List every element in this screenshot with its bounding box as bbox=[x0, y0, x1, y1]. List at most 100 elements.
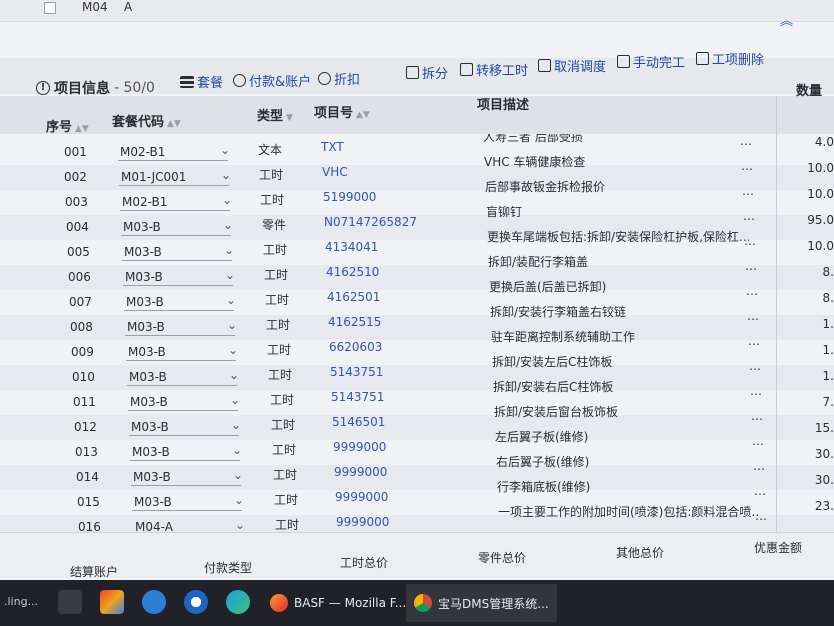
row-package-code[interactable]: M03-B bbox=[133, 470, 171, 484]
more-icon[interactable]: … bbox=[750, 384, 762, 398]
chevron-down-icon[interactable]: ⌄ bbox=[226, 293, 236, 307]
row-item-no[interactable]: 5143751 bbox=[331, 390, 384, 404]
more-icon[interactable]: … bbox=[755, 509, 767, 523]
table-row[interactable]: 003 M02-B1 ⌄ 工时 5199000 后部事故钣金拆检报价 … 10.… bbox=[0, 180, 834, 215]
table-row[interactable]: 011 M03-B ⌄ 工时 5143751 拆卸/安装右后C柱饰板 … 7. bbox=[0, 380, 834, 415]
row-item-no[interactable]: 5199000 bbox=[323, 190, 376, 204]
chevron-down-icon[interactable]: ⌄ bbox=[227, 318, 237, 332]
more-icon[interactable]: … bbox=[751, 409, 763, 423]
more-icon[interactable]: … bbox=[740, 134, 752, 148]
chevron-down-icon[interactable]: ⌄ bbox=[231, 418, 241, 432]
chevron-down-icon[interactable]: ⌄ bbox=[225, 268, 235, 282]
col-item-header[interactable]: 项目号 ▲▼ bbox=[314, 102, 370, 121]
row-package-code[interactable]: M03-B bbox=[129, 370, 167, 384]
taskbar-left-text[interactable]: .ling... bbox=[4, 595, 38, 608]
table-row[interactable]: 010 M03-B ⌄ 工时 5143751 拆卸/安装左后C柱饰板 … 1. bbox=[0, 355, 834, 390]
more-icon[interactable]: … bbox=[747, 309, 759, 323]
row-package-code[interactable]: M01-JC001 bbox=[121, 170, 186, 184]
chevron-down-icon[interactable]: ⌄ bbox=[229, 368, 239, 382]
more-icon[interactable]: … bbox=[744, 234, 756, 248]
more-icon[interactable]: … bbox=[745, 259, 757, 273]
row-item-no[interactable]: 5143751 bbox=[330, 365, 383, 379]
row-package-code[interactable]: M03-B bbox=[128, 345, 166, 359]
row-package-code[interactable]: M03-B bbox=[130, 395, 168, 409]
more-icon[interactable]: … bbox=[741, 159, 753, 173]
row-package-code[interactable]: M03-B bbox=[123, 220, 161, 234]
row-item-no[interactable]: 6620603 bbox=[329, 340, 382, 354]
chevron-down-icon[interactable]: ⌄ bbox=[235, 518, 245, 532]
firefox-taskbar-button[interactable]: BASF — Mozilla F... bbox=[262, 584, 414, 622]
chevron-down-icon[interactable]: ▼ bbox=[286, 113, 293, 123]
row-package-code[interactable]: M03-B bbox=[134, 495, 172, 509]
row-checkbox[interactable] bbox=[44, 2, 56, 14]
more-icon[interactable]: … bbox=[749, 359, 761, 373]
more-icon[interactable]: … bbox=[754, 484, 766, 498]
delete-item-button[interactable]: 工项删除 bbox=[696, 49, 764, 68]
table-row[interactable]: 009 M03-B ⌄ 工时 6620603 驻车距离控制系统辅助工作 … 1. bbox=[0, 330, 834, 365]
split-button[interactable]: 拆分 bbox=[406, 63, 448, 82]
manual-complete-button[interactable]: 手动完工 bbox=[617, 52, 685, 71]
chevron-down-icon[interactable]: ⌄ bbox=[234, 493, 244, 507]
calculator-icon[interactable] bbox=[58, 590, 82, 614]
table-row[interactable]: 012 M03-B ⌄ 工时 5146501 拆卸/安装后窗台板饰板 … 15. bbox=[0, 405, 834, 440]
col-package-header[interactable]: 套餐代码 ▲▼ bbox=[112, 111, 181, 130]
more-icon[interactable]: … bbox=[752, 434, 764, 448]
row-item-no[interactable]: 5146501 bbox=[332, 415, 385, 429]
bmw-icon[interactable] bbox=[184, 590, 208, 614]
row-item-no[interactable]: 9999000 bbox=[336, 515, 389, 529]
transfer-labor-button[interactable]: 转移工时 bbox=[460, 60, 528, 79]
sort-icon[interactable]: ▲▼ bbox=[75, 124, 89, 134]
row-item-no[interactable]: 4134041 bbox=[325, 240, 378, 254]
more-icon[interactable]: … bbox=[753, 459, 765, 473]
more-icon[interactable]: … bbox=[748, 334, 760, 348]
table-row[interactable]: 013 M03-B ⌄ 工时 9999000 左后翼子板(维修) … 30. bbox=[0, 430, 834, 465]
cancel-schedule-button[interactable]: 取消调度 bbox=[538, 56, 606, 75]
chevron-down-icon[interactable]: ⌄ bbox=[233, 468, 243, 482]
chrome-taskbar-button[interactable]: 宝马DMS管理系统... bbox=[406, 584, 557, 622]
more-icon[interactable]: … bbox=[742, 184, 754, 198]
col-type-header[interactable]: 类型 ▼ bbox=[257, 105, 293, 124]
row-package-code[interactable]: M03-B bbox=[126, 295, 164, 309]
row-package-code[interactable]: M03-B bbox=[132, 445, 170, 459]
row-package-code[interactable]: M03-B bbox=[127, 320, 165, 334]
col-seq-header[interactable]: 序号 ▲▼ bbox=[46, 116, 89, 135]
row-package-code[interactable]: M03-B bbox=[125, 270, 163, 284]
row-item-no[interactable]: 9999000 bbox=[333, 440, 386, 454]
table-row[interactable]: 005 M03-B ⌄ 工时 4134041 更换车尾端板包括:拆卸/安装保险杠… bbox=[0, 230, 834, 265]
sort-icon[interactable]: ▲▼ bbox=[356, 110, 370, 120]
row-item-no[interactable]: 4162501 bbox=[327, 290, 380, 304]
row-package-code[interactable]: M02-B1 bbox=[120, 145, 165, 159]
row-package-code[interactable]: M02-B1 bbox=[122, 195, 167, 209]
row-item-no[interactable]: 9999000 bbox=[334, 465, 387, 479]
row-item-no[interactable]: 4162510 bbox=[326, 265, 379, 279]
table-row[interactable]: 007 M03-B ⌄ 工时 4162501 更换后盖(后盖已拆卸) … 8. bbox=[0, 280, 834, 315]
row-item-no[interactable]: VHC bbox=[322, 165, 348, 179]
row-item-no[interactable]: TXT bbox=[321, 140, 344, 154]
chevron-down-icon[interactable]: ⌄ bbox=[230, 393, 240, 407]
chevron-down-icon[interactable]: ⌄ bbox=[222, 193, 232, 207]
chevron-down-icon[interactable]: ⌄ bbox=[220, 143, 230, 157]
table-row[interactable]: 001 M02-B1 ⌄ 文本 TXT 人寿三者 后部受损 … 4.0 bbox=[0, 134, 834, 165]
row-item-no[interactable]: N07147265827 bbox=[324, 215, 417, 229]
row-item-no[interactable]: 9999000 bbox=[335, 490, 388, 504]
edge-legacy-icon[interactable] bbox=[142, 590, 166, 614]
chevron-down-icon[interactable]: ⌄ bbox=[224, 243, 234, 257]
chevron-down-icon[interactable]: ⌄ bbox=[232, 443, 242, 457]
chevron-down-icon[interactable]: ⌄ bbox=[228, 343, 238, 357]
row-package-code[interactable]: M03-B bbox=[131, 420, 169, 434]
table-row[interactable]: 008 M03-B ⌄ 工时 4162515 拆卸/安装行李箱盖右铰链 … 1. bbox=[0, 305, 834, 340]
sort-icon[interactable]: ▲▼ bbox=[167, 119, 181, 129]
more-icon[interactable]: … bbox=[746, 284, 758, 298]
table-row[interactable]: 006 M03-B ⌄ 工时 4162510 拆卸/装配行李箱盖 … 8. bbox=[0, 255, 834, 290]
table-row[interactable]: 014 M03-B ⌄ 工时 9999000 右后翼子板(维修) … 30. bbox=[0, 455, 834, 490]
edge-icon[interactable] bbox=[226, 590, 250, 614]
paint-app-icon[interactable] bbox=[100, 590, 124, 614]
payment-account-button[interactable]: 付款&账户 bbox=[233, 71, 311, 90]
more-icon[interactable]: … bbox=[743, 209, 755, 223]
table-row[interactable]: 002 M01-JC001 ⌄ 工时 VHC VHC 车辆健康检查 … 10.0 bbox=[0, 155, 834, 190]
discount-button[interactable]: 折扣 bbox=[318, 69, 360, 88]
row-item-no[interactable]: 4162515 bbox=[328, 315, 381, 329]
package-button[interactable]: 套餐 bbox=[180, 72, 223, 91]
chevron-down-icon[interactable]: ⌄ bbox=[221, 168, 231, 182]
collapse-up-icon[interactable]: ︽ bbox=[780, 10, 793, 29]
